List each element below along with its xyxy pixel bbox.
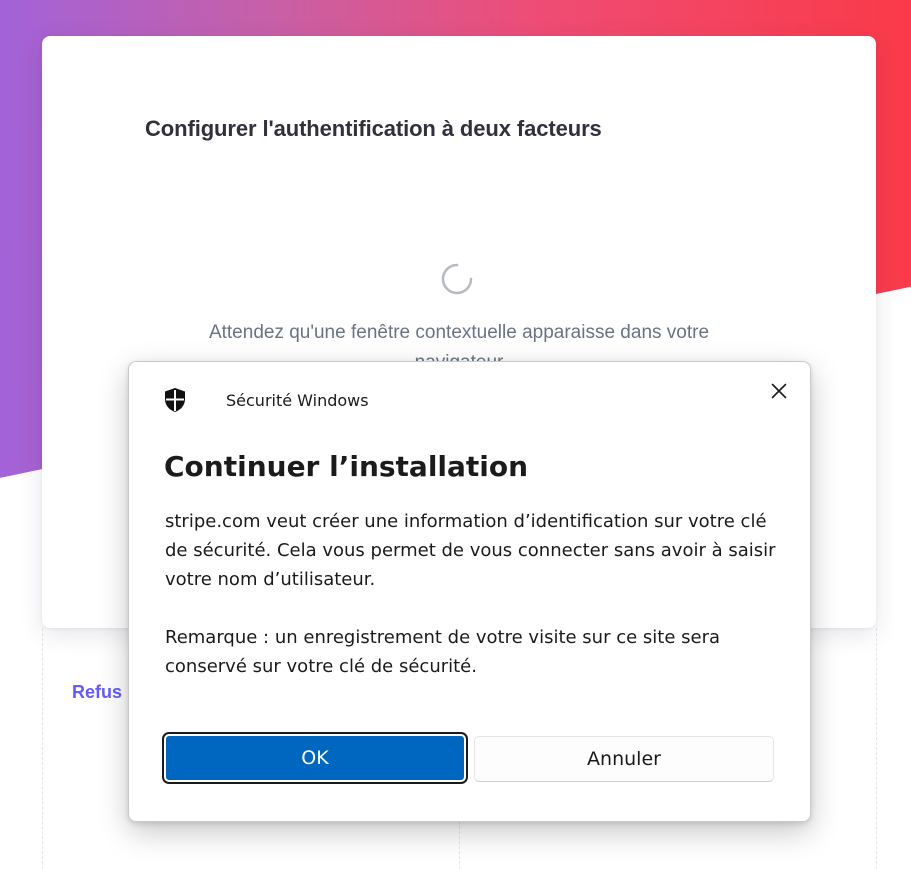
page-title: Configurer l'authentification à deux fac… [145, 116, 602, 141]
windows-security-dialog: Sécurité Windows Continuer l’installatio… [128, 361, 811, 822]
refuse-link[interactable]: Refus [72, 682, 122, 703]
dialog-heading: Continuer l’installation [164, 450, 529, 483]
dialog-paragraph-main: stripe.com veut créer une information d’… [165, 511, 776, 590]
shield-icon [165, 388, 185, 412]
close-button[interactable] [764, 377, 794, 405]
dialog-app-name: Sécurité Windows [226, 391, 369, 410]
cancel-button[interactable]: Annuler [474, 736, 774, 782]
dialog-body: stripe.com veut créer une information d’… [165, 507, 785, 710]
close-icon [771, 383, 787, 399]
loading-spinner-icon [441, 263, 473, 295]
dialog-paragraph-note: Remarque : un enregistrement de votre vi… [165, 627, 721, 677]
dashed-guide-right [876, 628, 877, 869]
ok-button[interactable]: OK [162, 732, 468, 784]
dashed-guide-left [42, 628, 43, 869]
